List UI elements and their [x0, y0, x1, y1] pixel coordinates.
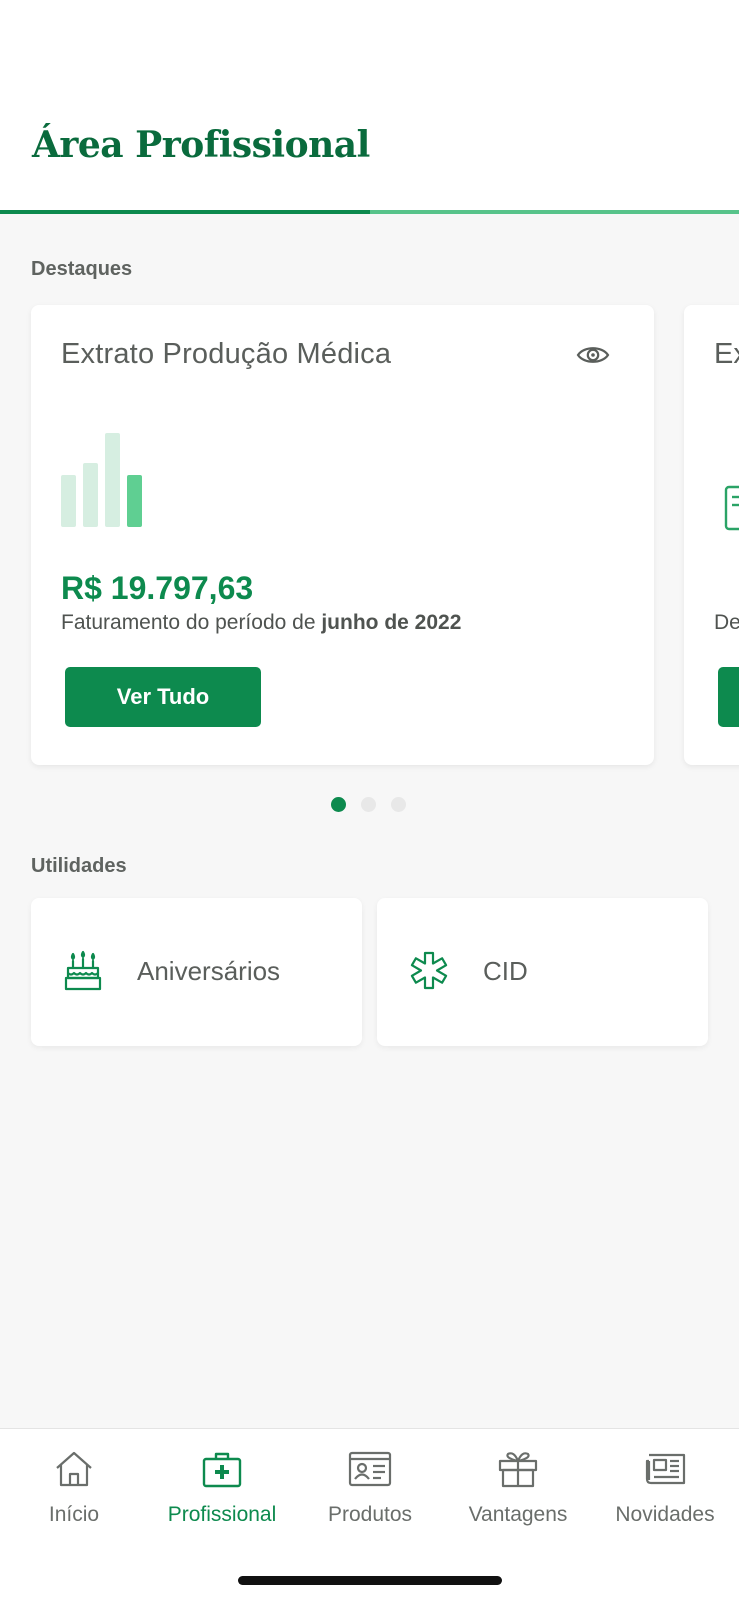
chart-bar	[105, 433, 120, 527]
home-indicator	[238, 1576, 502, 1585]
medical-asterisk-icon	[409, 950, 449, 992]
utilities-section-label: Utilidades	[31, 855, 127, 877]
utility-cid-card[interactable]: CID	[377, 898, 708, 1046]
nav-item-produtos[interactable]: Produtos	[296, 1447, 444, 1547]
bottom-navigation: Início Profissional Produtos Vantagens N…	[0, 1428, 739, 1600]
toggle-visibility-eye-icon[interactable]	[576, 343, 610, 367]
gift-icon	[498, 1452, 538, 1488]
page-title: Área Profissional	[32, 124, 370, 166]
chart-bar	[61, 475, 76, 527]
header: Área Profissional	[0, 0, 739, 210]
production-bar-chart-icon	[61, 423, 161, 527]
medical-kit-icon	[202, 1452, 242, 1488]
highlight-card-next-partial[interactable]: Ex De	[684, 305, 739, 765]
pagination-dot[interactable]	[361, 797, 376, 812]
document-icon	[724, 485, 739, 536]
next-card-button[interactable]	[718, 667, 739, 727]
billing-period-value: junho de 2022	[321, 611, 462, 634]
nav-label: Produtos	[327, 1503, 413, 1526]
birthday-cake-icon	[63, 950, 103, 992]
header-progress-bar	[0, 210, 739, 214]
header-progress-fill	[0, 210, 370, 214]
chart-bar	[127, 475, 142, 527]
billing-period: Faturamento do período de junho de 2022	[61, 611, 461, 635]
nav-item-profissional[interactable]: Profissional	[148, 1447, 296, 1547]
nav-label: Início	[48, 1503, 100, 1526]
highlight-card-title: Extrato Produção Médica	[61, 338, 392, 370]
nav-item-vantagens[interactable]: Vantagens	[444, 1447, 592, 1547]
nav-label: Novidades	[615, 1503, 715, 1526]
newspaper-icon	[645, 1453, 686, 1485]
utility-label: CID	[483, 956, 528, 986]
billing-amount: R$ 19.797,63	[61, 570, 254, 606]
chart-bar	[83, 463, 98, 527]
billing-period-prefix: Faturamento do período de	[61, 611, 322, 634]
nav-item-inicio[interactable]: Início	[0, 1447, 148, 1547]
utility-label: Aniversários	[137, 956, 281, 986]
view-all-button[interactable]: Ver Tudo	[65, 667, 261, 727]
nav-item-novidades[interactable]: Novidades	[591, 1447, 739, 1547]
highlight-card-production-statement[interactable]: Extrato Produção Médica R$ 19.797,63 Fat…	[31, 305, 654, 765]
next-card-title: Ex	[714, 338, 739, 370]
home-icon	[56, 1451, 92, 1487]
highlights-section-label: Destaques	[31, 258, 133, 280]
id-card-icon	[348, 1451, 392, 1487]
nav-label: Profissional	[167, 1503, 277, 1526]
nav-label: Vantagens	[468, 1503, 568, 1526]
utility-birthdays-card[interactable]: Aniversários	[31, 898, 362, 1046]
pagination-dot[interactable]	[331, 797, 346, 812]
next-card-text: De	[714, 611, 739, 634]
app-screen: Área Profissional Destaques Extrato Prod…	[0, 0, 739, 1600]
pagination-dot[interactable]	[391, 797, 406, 812]
